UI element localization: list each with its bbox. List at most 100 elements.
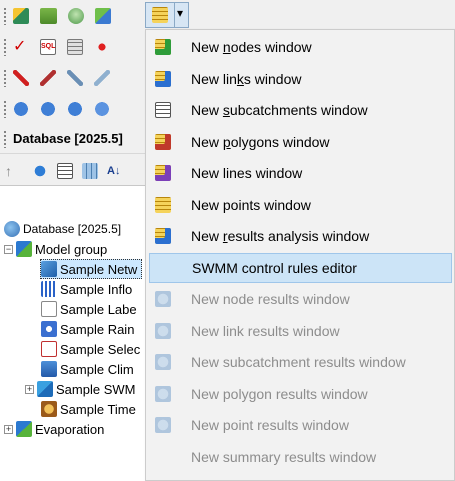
- explorer-tree[interactable]: Database [2025.5] − Model group Sample N…: [0, 185, 160, 481]
- new-window-menu: New nodes window New links window New subc…: [145, 29, 455, 481]
- expand-toggle[interactable]: +: [4, 424, 13, 434]
- grid-points-icon: [155, 196, 171, 213]
- tree-item-rainfall[interactable]: Sample Rain: [41, 319, 134, 339]
- network-trace-icon[interactable]: [94, 38, 110, 55]
- up-arrow-icon[interactable]: ↑: [5, 163, 21, 179]
- menu-item-label-text: SWMM control rules editor: [192, 259, 357, 276]
- menu-item-label-text: odes window: [230, 39, 312, 55]
- menu-item-new-points-window[interactable]: New points window: [149, 190, 452, 220]
- menu-item-label: New subcatchment results window: [191, 354, 406, 370]
- tree-root[interactable]: Database [2025.5]: [4, 219, 121, 239]
- toolbar-grip[interactable]: [3, 68, 7, 87]
- menu-item-label-text: New subcatchment results window: [191, 354, 406, 370]
- junction-tool-icon[interactable]: [40, 69, 56, 86]
- polygon-results-icon: [155, 385, 171, 402]
- menu-item-new-links-window[interactable]: New links window: [149, 64, 452, 94]
- spread-tool-icon[interactable]: [94, 69, 110, 86]
- tree-model-group-label: Model group: [35, 241, 108, 257]
- menu-item-label: New node results window: [191, 291, 350, 307]
- properties-icon[interactable]: [57, 162, 73, 179]
- tree-item-label: Sample SWM: [56, 381, 136, 397]
- rewind-icon[interactable]: [13, 100, 29, 117]
- subcatchment-results-icon: [155, 354, 171, 370]
- database-icon[interactable]: [68, 7, 84, 24]
- tree-root-label: Database [2025.5]: [23, 222, 122, 236]
- pause-icon[interactable]: [67, 100, 83, 117]
- table-icon[interactable]: [67, 38, 83, 55]
- menu-item-label-text: New: [191, 133, 223, 150]
- grid-results-icon: [155, 228, 171, 244]
- sort-icon[interactable]: A↓: [107, 163, 123, 179]
- climate-icon: [41, 361, 57, 377]
- toolbar-grip[interactable]: [3, 37, 7, 56]
- tree-evaporation-label: Evaporation: [35, 421, 105, 437]
- dropdown-arrow-icon[interactable]: ▾: [177, 6, 183, 20]
- menu-item-new-link-results-window: New link results window: [149, 316, 452, 346]
- menu-item-label: New summary results window: [191, 449, 376, 465]
- explorer-toolbar: ↑ A↓: [0, 155, 160, 186]
- menu-item-label-text: New: [191, 102, 223, 118]
- new-object-icon[interactable]: [13, 7, 29, 24]
- tree-item-swmm[interactable]: + Sample SWM: [25, 379, 135, 399]
- menu-item-swmm-control-rules-editor[interactable]: SWMM control rules editor: [149, 252, 452, 283]
- menu-item-label-text: New link results window: [191, 322, 340, 339]
- tree-item-climate[interactable]: Sample Clim: [41, 359, 134, 379]
- sql-icon[interactable]: SQL: [40, 38, 56, 55]
- toolbar-grip[interactable]: [3, 6, 7, 25]
- menu-item-new-nodes-window[interactable]: New nodes window: [149, 32, 452, 62]
- menu-item-label-text: New summary results window: [191, 448, 377, 465]
- tree-item-inflow[interactable]: Sample Inflo: [41, 279, 132, 299]
- new-grid-window-split-button[interactable]: ▾: [145, 2, 189, 28]
- menu-item-label-text: s window: [243, 70, 302, 87]
- expand-toggle[interactable]: +: [25, 384, 34, 394]
- label-icon: [41, 301, 57, 317]
- menu-item-accelerator: k: [236, 70, 244, 87]
- tree-evaporation[interactable]: + Evaporation: [4, 419, 104, 439]
- branch-tool-icon[interactable]: [67, 69, 83, 86]
- menu-item-new-subcatchment-results-window: New subcatchment results window: [149, 347, 452, 377]
- node-results-icon: [155, 291, 171, 307]
- menu-item-new-polygons-window[interactable]: New polygons window: [149, 127, 452, 157]
- network-icon: [41, 261, 57, 277]
- refresh-icon[interactable]: [32, 162, 48, 179]
- grid-window-icon: [152, 7, 168, 23]
- toolbar-grip[interactable]: [3, 99, 7, 118]
- menu-item-label: New links window: [191, 71, 302, 87]
- tree-item-label: Sample Time: [60, 401, 136, 417]
- pipe-tool-icon[interactable]: [13, 69, 29, 86]
- model-group-icon: [16, 421, 32, 437]
- collapse-toggle[interactable]: −: [4, 244, 13, 254]
- toolbar-row-1: [0, 0, 160, 31]
- grid-polygons-icon: [155, 133, 171, 150]
- explorer-title: Database [2025.5]: [13, 131, 123, 146]
- menu-item-new-lines-window[interactable]: New lines window: [149, 158, 452, 188]
- panel-grip[interactable]: [3, 129, 7, 148]
- menu-item-label: New polygons window: [191, 134, 330, 150]
- menu-item-label-text: olygons window: [230, 133, 330, 150]
- menu-item-new-polygon-results-window: New polygon results window: [149, 379, 452, 409]
- package-icon[interactable]: [95, 7, 111, 24]
- tree-model-group[interactable]: − Model group: [4, 239, 107, 259]
- menu-item-new-subcatchments-window[interactable]: New subcatchments window: [149, 95, 452, 125]
- menu-item-label-text: esults analysis window: [227, 228, 370, 244]
- tree-item-label: Sample Netw: [60, 261, 138, 277]
- model-group-icon: [16, 241, 32, 257]
- menu-item-new-results-analysis-window[interactable]: New results analysis window: [149, 221, 452, 251]
- grid-view-icon[interactable]: [82, 162, 98, 179]
- tree-item-label-set[interactable]: Sample Labe: [41, 299, 137, 319]
- menu-item-label-text: ubcatchments window: [229, 102, 368, 118]
- menu-item-new-point-results-window: New point results window: [149, 410, 452, 440]
- menu-item-accelerator: p: [222, 133, 231, 150]
- grid-nodes-icon: [155, 39, 171, 55]
- tree-item-time[interactable]: Sample Time: [41, 399, 136, 419]
- tree-item-selection[interactable]: Sample Selec: [41, 339, 140, 359]
- step-forward-icon[interactable]: [94, 100, 110, 117]
- step-back-icon[interactable]: [40, 100, 56, 117]
- grid-lines-icon: [155, 165, 171, 181]
- grid-links-icon: [155, 70, 171, 87]
- tree-item-network[interactable]: Sample Netw: [40, 259, 143, 279]
- toolbar-row-3: [0, 62, 160, 93]
- validate-check-icon[interactable]: ✓: [13, 38, 29, 55]
- time-icon: [41, 401, 57, 417]
- table-edit-icon[interactable]: [40, 7, 57, 24]
